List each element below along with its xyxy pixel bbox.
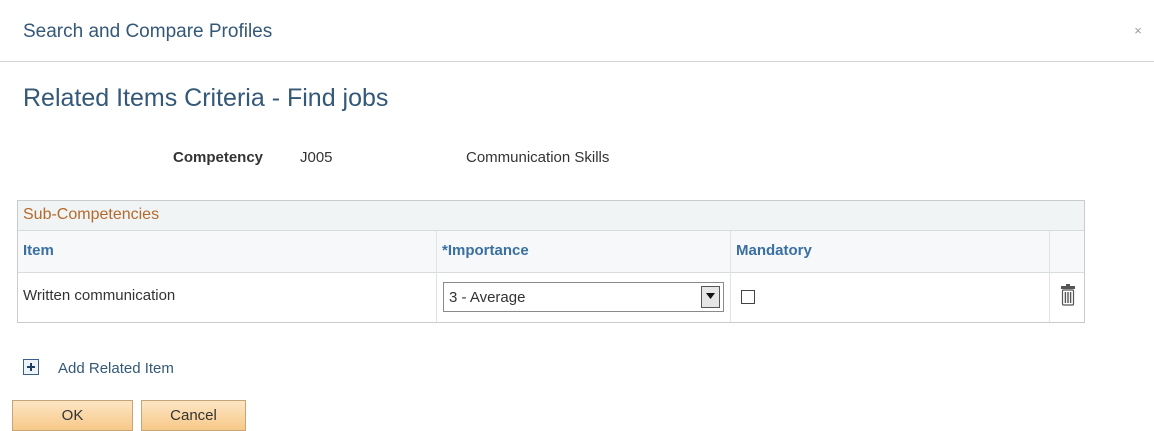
item-cell: Written communication xyxy=(23,287,176,304)
column-header-item: Item xyxy=(23,242,54,259)
plus-icon xyxy=(23,359,39,375)
page-title: Related Items Criteria - Find jobs xyxy=(23,84,389,112)
column-divider xyxy=(436,231,437,322)
mandatory-checkbox[interactable] xyxy=(741,290,755,304)
grid-title-bar: Sub-Competencies xyxy=(18,201,1084,231)
competency-code: J005 xyxy=(300,149,333,166)
chevron-down-icon[interactable] xyxy=(701,286,720,308)
cancel-button[interactable]: Cancel xyxy=(141,400,246,431)
competency-label: Competency xyxy=(173,149,264,166)
importance-selected-value: 3 - Average xyxy=(449,289,526,306)
close-icon[interactable]: × xyxy=(1131,24,1145,38)
grid-header-row: Item *Importance Mandatory xyxy=(18,231,1084,273)
trash-icon[interactable] xyxy=(1060,284,1076,306)
column-divider xyxy=(1049,231,1050,322)
competency-description: Communication Skills xyxy=(466,149,610,166)
importance-select[interactable]: 3 - Average xyxy=(443,282,724,312)
column-divider xyxy=(730,231,731,322)
column-header-mandatory: Mandatory xyxy=(736,242,812,259)
column-header-importance: *Importance xyxy=(442,242,529,259)
dialog-title: Search and Compare Profiles xyxy=(23,21,273,42)
grid-title: Sub-Competencies xyxy=(23,206,160,223)
dialog-titlebar: Search and Compare Profiles × xyxy=(0,0,1154,62)
ok-button[interactable]: OK xyxy=(12,400,133,431)
add-related-item-label: Add Related Item xyxy=(58,360,174,377)
sub-competencies-grid: Sub-Competencies Item *Importance Mandat… xyxy=(17,200,1085,323)
